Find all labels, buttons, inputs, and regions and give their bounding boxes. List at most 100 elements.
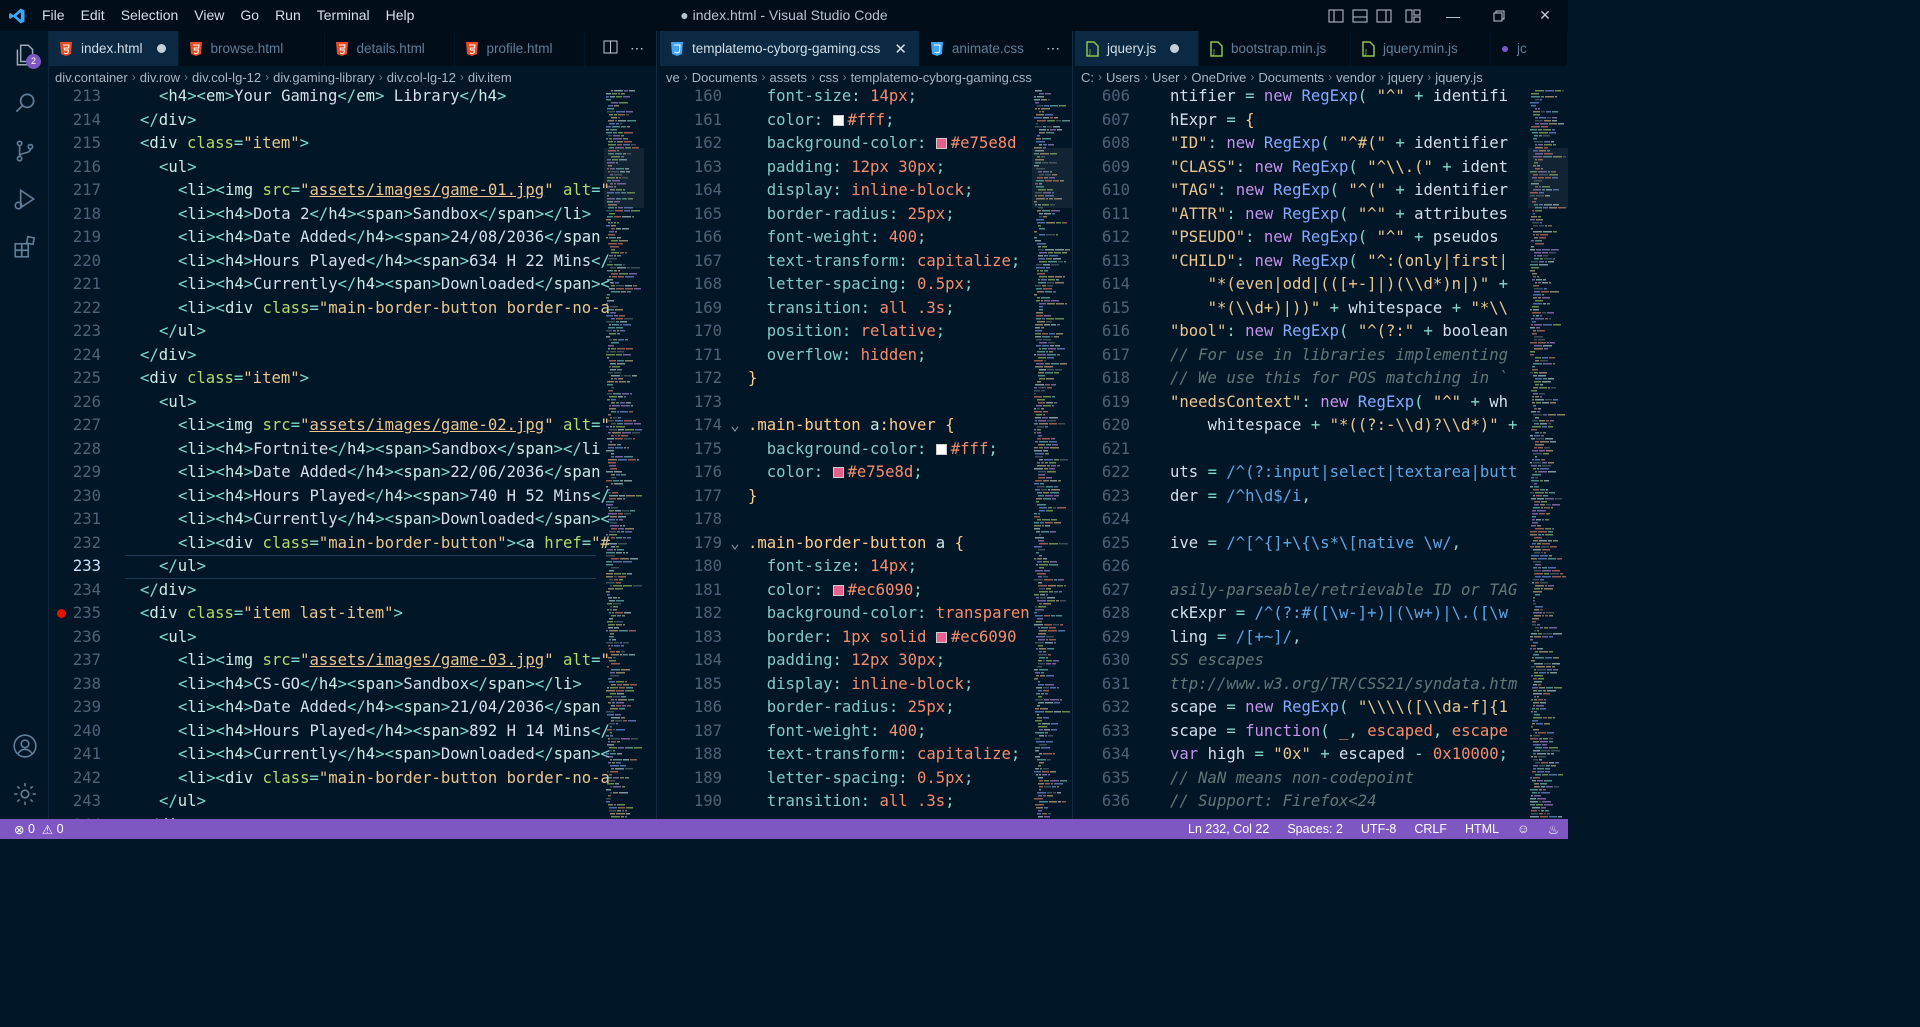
code-line[interactable]: 185 display: inline-block; (660, 673, 974, 697)
tab-profile-html[interactable]: profile.html (454, 31, 585, 66)
close-tab-icon[interactable]: ✕ (894, 40, 907, 58)
cursor-position[interactable]: Ln 232, Col 22 (1179, 822, 1278, 836)
unsaved-dot-icon[interactable] (1170, 44, 1180, 53)
code-line[interactable]: 183 border: 1px solid #ec6090 (660, 626, 1017, 650)
code-editor-js[interactable]: 606 ntifier = new RegExp( "^" + identifi 6… (1075, 88, 1568, 819)
code-line[interactable]: 173 (660, 391, 748, 415)
code-line[interactable]: 634 var high = "0x" + escaped - 0x10000; (1075, 743, 1508, 767)
code-line[interactable]: 166 font-weight: 400; (660, 226, 927, 250)
breadcrumb-item[interactable]: Documents (692, 70, 758, 85)
code-line[interactable]: 217 <li><img src="assets/images/game-01.j… (49, 179, 610, 203)
code-line[interactable]: 177} (660, 485, 758, 509)
group-divider[interactable] (656, 31, 657, 819)
code-line[interactable]: 215 <div class="item"> (49, 132, 309, 156)
code-line[interactable]: 238 <li><h4>CS-GO</h4><span>Sandbox</span… (49, 673, 582, 697)
breadcrumb-item[interactable]: div.gaming-library (273, 70, 375, 85)
more-actions-icon[interactable]: ⋯ (1046, 40, 1060, 57)
code-line[interactable]: 218 <li><h4>Dota 2</h4><span>Sandbox</spa… (49, 203, 591, 227)
code-line[interactable]: 174 ⌄ .main-button a:hover { (660, 414, 955, 438)
code-line[interactable]: 608 "ID": new RegExp( "^#(" + identifier (1075, 132, 1508, 156)
code-line[interactable]: 617// For use in libraries implementing (1075, 344, 1508, 368)
search-icon[interactable] (0, 79, 49, 127)
code-line[interactable]: 242 <li><div class="main-border-button bo… (49, 767, 610, 791)
code-line[interactable]: 609 "CLASS": new RegExp( "^\\.(" + ident (1075, 156, 1508, 180)
code-line[interactable]: 216 <ul> (49, 156, 197, 180)
code-line[interactable]: 607 hExpr = { (1075, 109, 1255, 133)
code-line[interactable]: 178 (660, 508, 748, 532)
problems-indicator[interactable]: ⊗ 0 ⚠ 0 (0, 822, 64, 837)
code-line[interactable]: 179 ⌄ .main-border-button a { (660, 532, 964, 556)
code-line[interactable]: 619 "needsContext": new RegExp( "^" + wh (1075, 391, 1508, 415)
code-line[interactable]: 237 <li><img src="assets/images/game-03.j… (49, 649, 610, 673)
code-line[interactable]: 171 overflow: hidden; (660, 344, 927, 368)
customize-layout-icon[interactable] (1396, 0, 1430, 31)
code-line[interactable]: 189 letter-spacing: 0.5px; (660, 767, 974, 791)
minimap[interactable] (1528, 88, 1568, 819)
tab-templatemo-css[interactable]: templatemo-cyborg-gaming.css ✕ (660, 31, 920, 66)
code-line[interactable]: 631 ttp://www.w3.org/TR/CSS21/syndata.htm (1075, 673, 1518, 697)
minimap[interactable] (604, 88, 644, 819)
menu-edit[interactable]: Edit (73, 0, 113, 31)
code-line[interactable]: 180 font-size: 14px; (660, 555, 917, 579)
vertical-scrollbar[interactable] (645, 88, 655, 819)
split-editor-icon[interactable] (603, 40, 618, 57)
code-line[interactable]: 167 text-transform: capitalize; (660, 250, 1020, 274)
breadcrumb-item[interactable]: css (819, 70, 839, 85)
menu-selection[interactable]: Selection (113, 0, 187, 31)
code-line[interactable]: 170 position: relative; (660, 320, 945, 344)
tab-animate-css[interactable]: animate.css (919, 31, 1044, 66)
minimap[interactable] (1032, 88, 1072, 819)
code-line[interactable]: 230 <li><h4>Hours Played</h4><span>740 H … (49, 485, 610, 509)
run-debug-icon[interactable] (0, 175, 49, 223)
menu-go[interactable]: Go (232, 0, 267, 31)
menu-file[interactable]: File (34, 0, 73, 31)
code-line[interactable]: 223 </ul> (49, 320, 206, 344)
extensions-icon[interactable] (0, 223, 49, 271)
code-line[interactable]: 169 transition: all .3s; (660, 297, 955, 321)
code-line[interactable]: 229 <li><h4>Date Added</h4><span>22/06/20… (49, 461, 601, 485)
indentation[interactable]: Spaces: 2 (1278, 822, 1352, 836)
code-line[interactable]: 172} (660, 367, 758, 391)
breadcrumb-item[interactable]: div.container (55, 70, 128, 85)
notifications-bell-icon[interactable]: ♨ (1539, 822, 1568, 837)
code-line[interactable]: 614 "*(even|odd|(([+-]|)(\\d*)n|)" + (1075, 273, 1508, 297)
tab-overflow[interactable]: jc (1491, 31, 1568, 66)
code-line[interactable]: 625 ive = /^[^{]+\{\s*\[native \w/, (1075, 532, 1461, 556)
code-line[interactable]: 629 ling = /[+~]/, (1075, 626, 1302, 650)
code-line[interactable]: 636// Support: Firefox<24 (1075, 790, 1377, 814)
code-line[interactable]: 615 "*(\\d+)|))" + whitespace + "*\\ (1075, 297, 1508, 321)
code-line[interactable]: 231 <li><h4>Currently</h4><span>Downloade… (49, 508, 610, 532)
code-line[interactable]: 630 SS escapes (1075, 649, 1264, 673)
group-divider[interactable] (1072, 31, 1073, 819)
code-line[interactable]: 232 <li><div class="main-border-button"><… (49, 532, 610, 556)
code-line[interactable]: 224 </div> (49, 344, 197, 368)
code-line[interactable]: 162 background-color: #e75e8d (660, 132, 1017, 156)
source-control-icon[interactable] (0, 127, 49, 175)
code-line[interactable]: 222 <li><div class="main-border-button bo… (49, 297, 610, 321)
code-line[interactable]: 188 text-transform: capitalize; (660, 743, 1020, 767)
breadcrumb-item[interactable]: div.col-lg-12 (192, 70, 261, 85)
breadcrumb-item[interactable]: Documents (1258, 70, 1324, 85)
manage-gear-icon[interactable] (0, 770, 49, 818)
code-line[interactable]: 221 <li><h4>Currently</h4><span>Downloade… (49, 273, 610, 297)
minimize-icon[interactable]: — (1430, 0, 1476, 31)
code-line[interactable]: 621 (1075, 438, 1170, 462)
breadcrumb-item[interactable]: vendor (1336, 70, 1376, 85)
breadcrumb-item[interactable]: div.row (140, 70, 180, 85)
code-line[interactable]: 165 border-radius: 25px; (660, 203, 955, 227)
code-line[interactable]: 240 <li><h4>Hours Played</h4><span>892 H … (49, 720, 610, 744)
breadcrumb-item[interactable]: jquery.js (1435, 70, 1482, 85)
code-line[interactable]: 635// NaN means non-codepoint (1075, 767, 1414, 791)
code-line[interactable]: 239 <li><h4>Date Added</h4><span>21/04/20… (49, 696, 601, 720)
code-line[interactable]: 187 font-weight: 400; (660, 720, 927, 744)
code-line[interactable]: 626 (1075, 555, 1170, 579)
code-line[interactable]: 220 <li><h4>Hours Played</h4><span>634 H … (49, 250, 610, 274)
tab-index-html[interactable]: index.html (49, 31, 179, 66)
code-line[interactable]: 620 whitespace + "*((?:-\\d)?\\d*)" + (1075, 414, 1518, 438)
code-line[interactable]: 234 </div> (49, 579, 197, 603)
more-actions-icon[interactable]: ⋯ (630, 40, 644, 57)
feedback-icon[interactable]: ☺ (1508, 822, 1539, 836)
code-line[interactable]: 184 padding: 12px 30px; (660, 649, 945, 673)
code-line[interactable]: 175 background-color: #fff; (660, 438, 998, 462)
code-line[interactable]: 226 <ul> (49, 391, 197, 415)
